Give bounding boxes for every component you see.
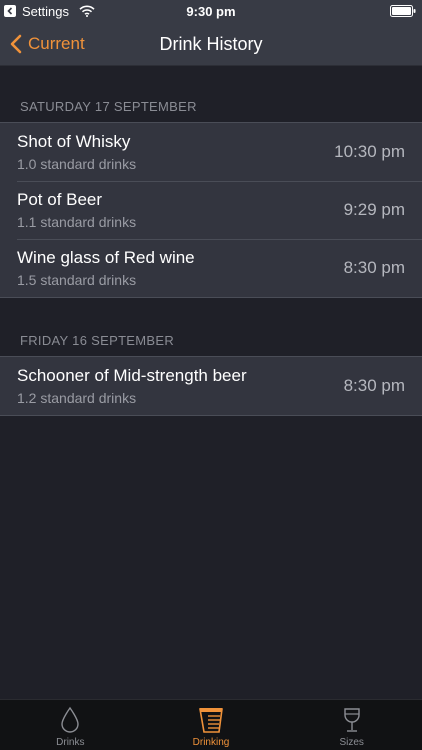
battery-icon bbox=[390, 5, 416, 17]
drop-icon bbox=[61, 706, 80, 733]
wine-glass-icon bbox=[343, 708, 360, 732]
tab-bar: Drinks Drinking Sizes bbox=[0, 699, 422, 750]
tab-label: Drinking bbox=[192, 737, 230, 748]
standard-drinks: 1.1 standard drinks bbox=[17, 214, 137, 230]
section-header: SATURDAY 17 SEPTEMBER bbox=[20, 99, 197, 114]
section-header: FRIDAY 16 SEPTEMBER bbox=[20, 333, 175, 348]
status-back-to-app[interactable]: Settings bbox=[0, 4, 95, 19]
drink-row[interactable]: Schooner of Mid-strength beer 1.2 standa… bbox=[0, 357, 422, 415]
drink-row-text: Schooner of Mid-strength beer 1.2 standa… bbox=[17, 366, 344, 406]
tab-drinks[interactable]: Drinks bbox=[0, 700, 141, 750]
standard-drinks: 1.2 standard drinks bbox=[17, 390, 137, 406]
drink-time: 9:29 pm bbox=[343, 200, 405, 219]
drinking-glass-icon bbox=[199, 708, 223, 733]
drink-name: Pot of Beer bbox=[17, 190, 103, 209]
status-bar: Settings 9:30 pm bbox=[0, 0, 422, 22]
drink-time: 10:30 pm bbox=[334, 142, 405, 161]
section-list: Shot of Whisky 1.0 standard drinks 10:30… bbox=[0, 122, 422, 298]
tab-label: Drinks bbox=[56, 737, 85, 748]
page-title: Drink History bbox=[159, 34, 263, 54]
drink-time: 8:30 pm bbox=[343, 258, 405, 277]
drink-history-list: SATURDAY 17 SEPTEMBER Shot of Whisky 1.0… bbox=[0, 66, 422, 416]
tab-label: Sizes bbox=[339, 737, 364, 748]
drink-name: Schooner of Mid-strength beer bbox=[17, 366, 247, 385]
drink-row-text: Pot of Beer 1.1 standard drinks bbox=[17, 190, 344, 230]
back-arrow-icon bbox=[4, 5, 16, 17]
drink-row-text: Shot of Whisky 1.0 standard drinks bbox=[17, 132, 334, 172]
drink-row-text: Wine glass of Red wine 1.5 standard drin… bbox=[17, 248, 344, 288]
drink-name: Shot of Whisky bbox=[17, 132, 131, 151]
tab-drinking[interactable]: Drinking bbox=[141, 700, 282, 750]
status-back-app-label: Settings bbox=[22, 3, 69, 19]
drink-row[interactable]: Pot of Beer 1.1 standard drinks 9:29 pm bbox=[0, 181, 422, 239]
drink-time: 8:30 pm bbox=[343, 376, 405, 395]
drink-name: Wine glass of Red wine bbox=[17, 248, 195, 267]
standard-drinks: 1.0 standard drinks bbox=[17, 156, 137, 172]
screen: Settings 9:30 pm Current Drink History S… bbox=[0, 0, 422, 750]
drink-row[interactable]: Wine glass of Red wine 1.5 standard drin… bbox=[0, 239, 422, 297]
wifi-icon bbox=[79, 5, 95, 17]
navigation-bar: Current Drink History bbox=[0, 22, 422, 66]
section-list: Schooner of Mid-strength beer 1.2 standa… bbox=[0, 356, 422, 416]
drink-row[interactable]: Shot of Whisky 1.0 standard drinks 10:30… bbox=[0, 123, 422, 181]
standard-drinks: 1.5 standard drinks bbox=[17, 272, 137, 288]
tab-sizes[interactable]: Sizes bbox=[281, 700, 422, 750]
